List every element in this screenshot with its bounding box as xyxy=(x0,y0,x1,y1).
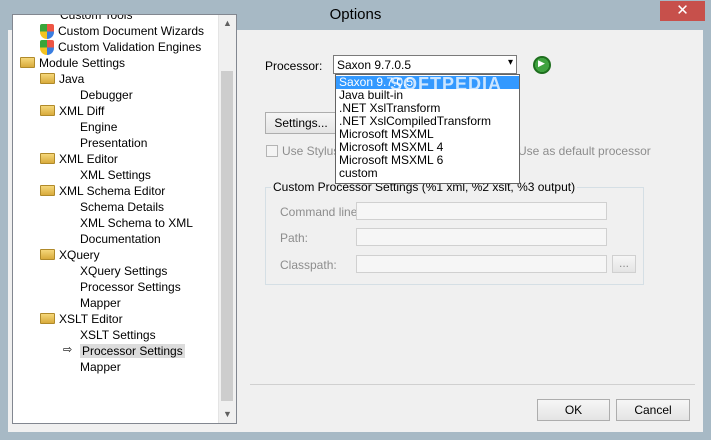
tree-item[interactable]: Processor Settings xyxy=(80,279,181,295)
tree-item-label: Debugger xyxy=(80,88,133,102)
tree-item[interactable]: Engine xyxy=(80,119,117,135)
use-stylus-checkbox[interactable] xyxy=(266,145,278,157)
folder-icon xyxy=(20,57,35,69)
tree-item[interactable]: XQuery xyxy=(40,247,100,263)
window-frame-left xyxy=(0,30,8,440)
tree-item[interactable]: Mapper xyxy=(80,295,121,311)
tree-item[interactable]: XQuery Settings xyxy=(80,263,167,279)
tree-item-label: XML Settings xyxy=(80,168,151,182)
tree-item[interactable]: Java xyxy=(40,71,84,87)
tree-item-label: Schema Details xyxy=(80,200,165,214)
tree-item-label: XQuery xyxy=(59,248,100,262)
close-button[interactable]: ✕ xyxy=(660,1,705,21)
processor-option[interactable]: custom xyxy=(336,167,519,180)
selection-arrow-icon: ⇨ xyxy=(63,344,73,356)
tree-item-label: Java xyxy=(59,72,85,86)
tree-item-label: Mapper xyxy=(80,360,121,374)
browse-button[interactable]: ... xyxy=(612,255,636,273)
tree-item[interactable]: Documentation xyxy=(80,231,161,247)
tree-item-label: XML Schema Editor xyxy=(59,184,166,198)
tree-item-label: Custom Tools xyxy=(60,14,133,22)
command-line-label: Command line: xyxy=(280,205,361,219)
tree-item[interactable]: XSLT Editor xyxy=(40,311,123,327)
tree-item[interactable]: Presentation xyxy=(80,135,147,151)
command-line-input[interactable] xyxy=(356,202,607,220)
tree-item-label: Processor Settings xyxy=(80,280,181,294)
classpath-label: Classpath: xyxy=(280,258,337,272)
tree-item-label: XML Schema to XML xyxy=(80,216,193,230)
tree-item[interactable]: Processor Settings xyxy=(80,343,185,359)
tree-item[interactable]: Schema Details xyxy=(80,199,164,215)
path-label: Path: xyxy=(280,231,309,245)
tree-item[interactable]: XML Schema Editor xyxy=(40,183,165,199)
tree-item[interactable]: Debugger xyxy=(80,87,133,103)
tree-item[interactable]: XML Editor xyxy=(40,151,118,167)
processor-selected-value: Saxon 9.7.0.5 xyxy=(337,58,412,72)
window-frame-bottom xyxy=(0,432,711,440)
tree-item-label: Documentation xyxy=(80,232,161,246)
watermark: SOFTPEDIA xyxy=(390,74,503,94)
scroll-up-icon[interactable]: ▲ xyxy=(219,15,236,32)
scroll-thumb[interactable] xyxy=(221,71,233,401)
tree-item[interactable]: XML Diff xyxy=(40,103,104,119)
folder-icon xyxy=(40,313,55,325)
debug-run-icon[interactable] xyxy=(533,56,551,74)
tree-item-label: XSLT Editor xyxy=(59,312,123,326)
folder-icon xyxy=(40,249,55,261)
tree-item[interactable]: XML Schema to XML xyxy=(80,215,193,231)
tree-item-label: XML Diff xyxy=(59,104,105,118)
tree-item-label: Engine xyxy=(80,120,118,134)
shield-icon xyxy=(40,24,54,40)
classpath-input[interactable] xyxy=(356,255,607,273)
tree-item[interactable]: Custom Tools xyxy=(60,14,133,23)
folder-icon xyxy=(40,185,55,197)
folder-icon xyxy=(40,105,55,117)
settings-button[interactable]: Settings... xyxy=(265,112,337,134)
folder-icon xyxy=(40,73,55,85)
tree-item[interactable]: Mapper xyxy=(80,359,121,375)
options-tree[interactable]: Custom Tools Custom Document Wizards Custo… xyxy=(12,14,237,424)
tree-scrollbar[interactable]: ▲ ▼ xyxy=(218,15,236,423)
path-input[interactable] xyxy=(356,228,607,246)
tree-item[interactable]: Custom Document Wizards xyxy=(40,23,205,40)
tree-item-label: Presentation xyxy=(80,136,148,150)
use-default-processor-label: Use as default processor xyxy=(518,144,651,158)
shield-icon xyxy=(40,40,54,56)
tree-item-label: XQuery Settings xyxy=(80,264,168,278)
processor-select[interactable]: Saxon 9.7.0.5 ▾ xyxy=(333,55,517,74)
tree-item-label: Mapper xyxy=(80,296,121,310)
tree-item[interactable]: Custom Validation Engines xyxy=(40,39,202,56)
tree-item[interactable]: XSLT Settings xyxy=(80,327,156,343)
cancel-button[interactable]: Cancel xyxy=(616,399,690,421)
scroll-down-icon[interactable]: ▼ xyxy=(219,406,236,423)
button-separator xyxy=(250,384,695,385)
folder-icon xyxy=(40,153,55,165)
tree-item[interactable]: XML Settings xyxy=(80,167,151,183)
tree-item[interactable]: Module Settings xyxy=(20,55,125,71)
chevron-down-icon[interactable]: ▾ xyxy=(508,57,513,68)
tree-item-label: Custom Document Wizards xyxy=(58,24,205,38)
tree-item-label: Module Settings xyxy=(39,56,126,70)
use-stylus-label: Use Stylus xyxy=(282,144,340,158)
tree-item-label: XSLT Settings xyxy=(80,328,156,342)
processor-label: Processor: xyxy=(265,59,323,73)
tree-item-label: Processor Settings xyxy=(80,344,185,358)
window-frame-right xyxy=(703,30,711,440)
tree-item-label: Custom Validation Engines xyxy=(58,40,202,54)
ok-button[interactable]: OK xyxy=(537,399,610,421)
tree-item-label: XML Editor xyxy=(59,152,118,166)
